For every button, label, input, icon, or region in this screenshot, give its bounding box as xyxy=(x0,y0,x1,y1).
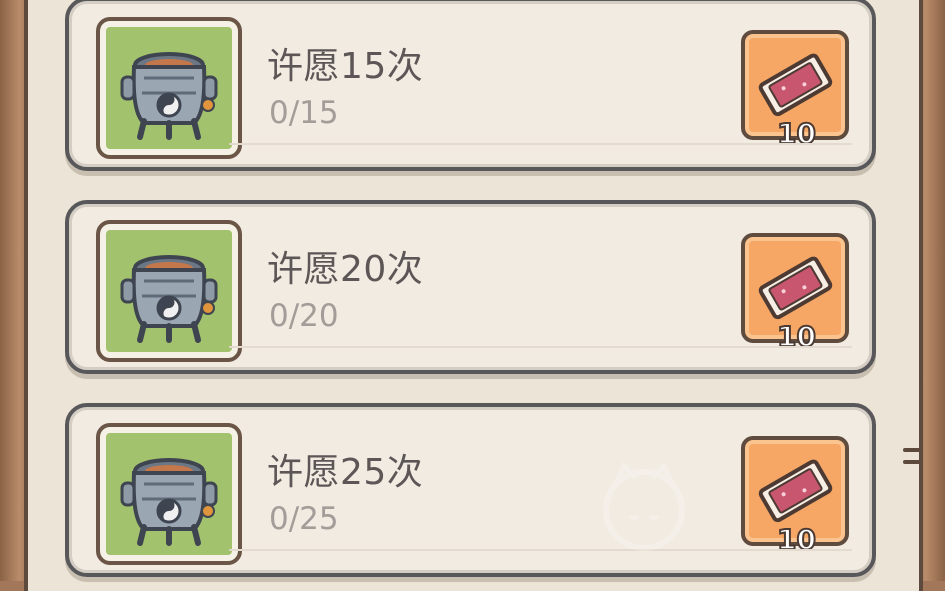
cauldron-icon xyxy=(120,52,218,140)
task-icon-box xyxy=(96,17,242,159)
reward-count: 10 xyxy=(776,522,817,557)
task-title: 许愿20次 xyxy=(267,249,424,290)
task-icon-box xyxy=(96,220,242,362)
wish-task-card: 许愿25次 0/25 10 xyxy=(65,403,876,577)
task-progress: 0/25 xyxy=(269,501,339,537)
wish-task-card: 许愿20次 0/20 10 xyxy=(65,200,876,374)
task-title: 许愿25次 xyxy=(267,452,424,493)
task-progress: 0/15 xyxy=(269,95,339,131)
cauldron-icon xyxy=(120,255,218,343)
ticket-icon xyxy=(758,53,833,117)
task-icon-box xyxy=(96,423,242,565)
reward-ticket-button[interactable]: 10 xyxy=(741,30,849,151)
ticket-icon xyxy=(758,459,833,523)
reward-count: 10 xyxy=(776,319,817,354)
task-title: 许愿15次 xyxy=(267,46,424,87)
board-notch xyxy=(903,460,921,464)
wish-task-card: 许愿15次 0/15 10 xyxy=(65,0,876,171)
task-progress: 0/20 xyxy=(269,298,339,334)
ticket-icon xyxy=(758,256,833,320)
reward-ticket-button[interactable]: 10 xyxy=(741,233,849,354)
reward-ticket-button[interactable]: 10 xyxy=(741,436,849,557)
reward-count: 10 xyxy=(776,116,817,151)
board-notch xyxy=(903,448,921,452)
cauldron-icon xyxy=(120,458,218,546)
